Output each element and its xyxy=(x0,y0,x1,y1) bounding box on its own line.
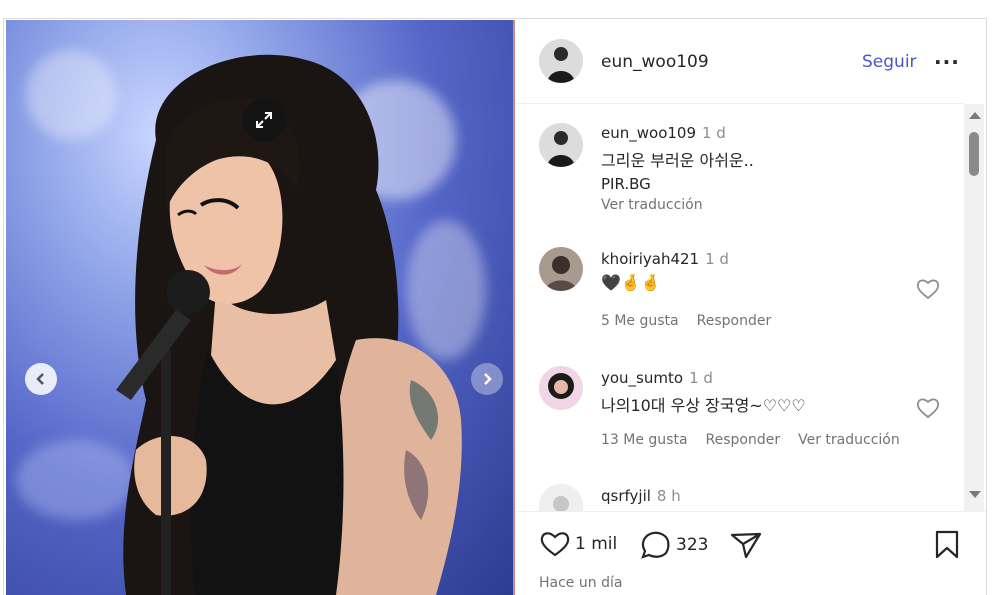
comment-username[interactable]: khoiriyah421 xyxy=(601,250,699,268)
caption-item: eun_woo109 1 d 그리운 부러운 아쉬운.. PIR.BG Ver t… xyxy=(516,123,964,223)
post-header: eun_woo109 Seguir ··· xyxy=(516,20,964,104)
comment-time: 8 h xyxy=(656,487,681,505)
post-details-panel: eun_woo109 Seguir ··· eun_woo109 1 d 그리운 … xyxy=(516,20,986,595)
scrollbar-thumb[interactable] xyxy=(969,132,979,176)
avatar-image xyxy=(539,484,583,511)
next-media-button[interactable] xyxy=(471,363,503,395)
comment-username[interactable]: eun_woo109 xyxy=(601,124,696,142)
comment-text: 🖤🤞🤞 xyxy=(601,273,661,292)
comment-meta: khoiriyah421 1 d xyxy=(601,250,729,268)
comment-meta: eun_woo109 1 d xyxy=(601,124,726,142)
comment-likes[interactable]: 13 Me gusta xyxy=(601,432,688,448)
author-avatar[interactable] xyxy=(539,39,583,83)
post-timestamp: Hace un día xyxy=(539,575,623,591)
reply-button[interactable]: Responder xyxy=(706,432,781,448)
expand-icon xyxy=(256,112,272,128)
instagram-post-modal: eun_woo109 Seguir ··· eun_woo109 1 d 그리운 … xyxy=(0,0,992,595)
more-options-button[interactable]: ··· xyxy=(934,50,960,74)
comment-text: 나의10대 우상 장국영~♡♡♡ xyxy=(601,396,806,415)
comment-likes[interactable]: 5 Me gusta xyxy=(601,313,679,329)
chevron-right-icon xyxy=(484,373,492,385)
comments-list: eun_woo109 1 d 그리운 부러운 아쉬운.. PIR.BG Ver t… xyxy=(516,104,964,511)
comment-item: khoiriyah421 1 d 🖤🤞🤞 5 Me gusta Responder xyxy=(516,247,964,337)
see-translation-link[interactable]: Ver traducción xyxy=(601,197,703,213)
share-button[interactable] xyxy=(730,530,762,560)
avatar-image xyxy=(539,39,583,83)
heart-icon xyxy=(916,398,940,419)
heart-icon xyxy=(916,279,940,300)
avatar-image xyxy=(539,123,583,167)
media-divider xyxy=(513,20,515,595)
author-username[interactable]: eun_woo109 xyxy=(601,52,709,72)
comment-meta: you_sumto 1 d xyxy=(601,369,713,387)
comment-text-line: PIR.BG xyxy=(601,175,651,193)
comments-count: 323 xyxy=(676,535,709,555)
comment-avatar[interactable] xyxy=(539,366,583,410)
save-button[interactable] xyxy=(934,530,960,560)
comment-actions: 13 Me gusta Responder Ver traducción xyxy=(601,432,918,448)
comment-text: 그리운 부러운 아쉬운.. xyxy=(601,151,754,170)
bookmark-icon xyxy=(935,530,959,559)
comment-time: 1 d xyxy=(689,369,713,387)
comment-actions: 5 Me gusta Responder xyxy=(601,313,789,329)
avatar-image xyxy=(539,247,583,291)
comment-bubble-icon xyxy=(641,531,670,559)
comment-username[interactable]: qsrfyjil xyxy=(601,487,651,505)
like-comment-button[interactable] xyxy=(916,397,940,423)
paper-plane-icon xyxy=(730,532,762,559)
comment-username[interactable]: you_sumto xyxy=(601,369,683,387)
post-media[interactable] xyxy=(6,20,515,595)
comment-time: 1 d xyxy=(702,124,726,142)
expand-media-button[interactable] xyxy=(242,98,286,142)
see-translation-link[interactable]: Ver traducción xyxy=(798,432,900,448)
comments-scrollbar[interactable] xyxy=(964,104,984,511)
avatar-image xyxy=(539,366,583,410)
post-footer: 1 mil 323 Hace un día xyxy=(516,511,986,595)
comment-time: 1 d xyxy=(705,250,729,268)
reply-button[interactable]: Responder xyxy=(697,313,772,329)
comment-avatar[interactable] xyxy=(539,484,583,511)
likes-count: 1 mil xyxy=(575,534,618,554)
comment-item: you_sumto 1 d 나의10대 우상 장국영~♡♡♡ 13 Me gust… xyxy=(516,366,964,456)
chevron-left-icon xyxy=(36,373,44,385)
comment-avatar[interactable] xyxy=(539,123,583,167)
scroll-up-icon[interactable] xyxy=(969,112,981,119)
follow-button[interactable]: Seguir xyxy=(862,52,917,72)
comment-item: qsrfyjil 8 h xyxy=(516,484,964,511)
comment-post-button[interactable]: 323 xyxy=(640,530,708,560)
like-post-button[interactable]: 1 mil xyxy=(539,530,617,558)
like-comment-button[interactable] xyxy=(916,278,940,304)
scroll-down-icon[interactable] xyxy=(969,491,981,498)
comment-avatar[interactable] xyxy=(539,247,583,291)
comment-meta: qsrfyjil 8 h xyxy=(601,487,681,505)
previous-media-button[interactable] xyxy=(25,363,57,395)
heart-icon xyxy=(540,532,570,557)
